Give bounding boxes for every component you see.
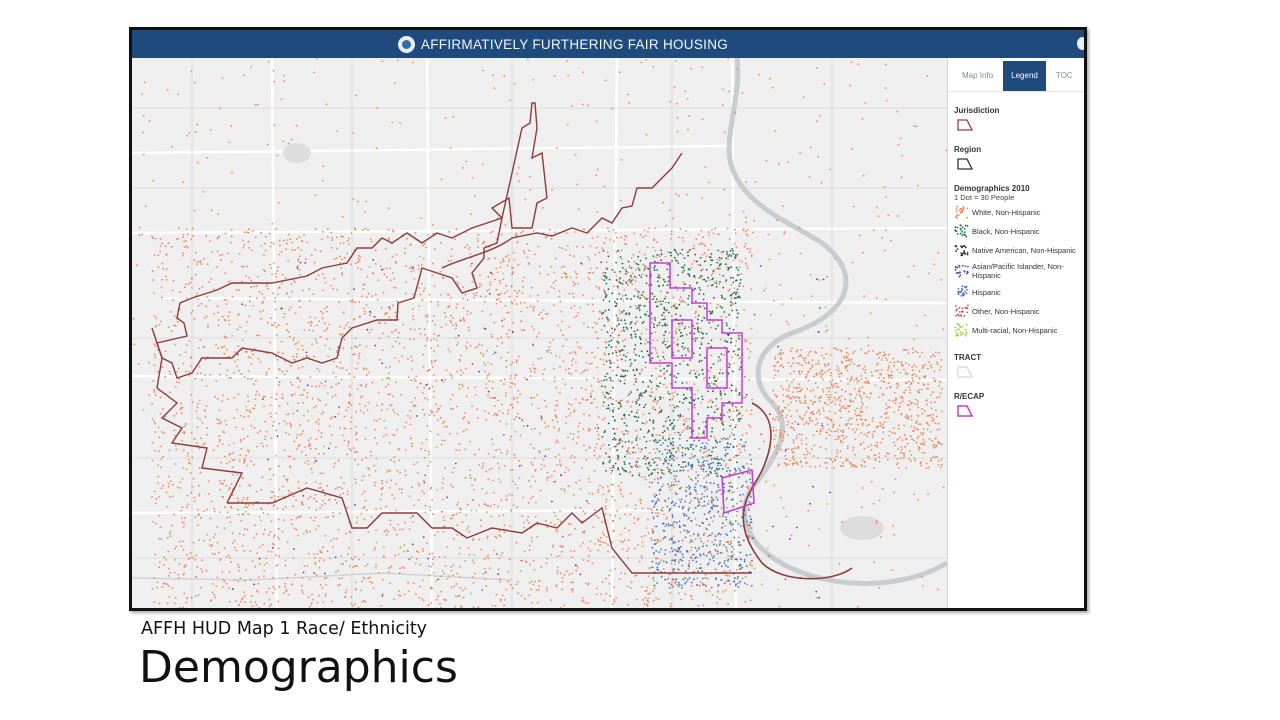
dot-swatch-icon [954, 264, 969, 278]
legend-item: Other, Non-Hispanic [954, 304, 1084, 318]
map-screenshot: AFFIRMATIVELY FURTHERING FAIR HOUSING Ma… [129, 27, 1087, 611]
slide-title: Demographics [139, 642, 458, 693]
legend-item-label: Native American, Non-Hispanic [972, 245, 1076, 255]
legend-item-label: Hispanic [972, 287, 1001, 297]
tab-map-info[interactable]: Map Info [954, 61, 1001, 91]
dot-swatch-icon [954, 224, 969, 238]
dot-swatch-icon [955, 205, 969, 219]
dot-swatch-icon [957, 285, 968, 297]
legend-item-label: Multi-racial, Non-Hispanic [972, 325, 1058, 335]
jurisdiction-symbol-icon [957, 119, 973, 131]
legend-item: White, Non-Hispanic [954, 205, 1084, 219]
hud-seal-icon [397, 35, 415, 53]
legend-jurisdiction-title: Jurisdiction [954, 106, 1000, 115]
legend-recap-title: R/ECAP [954, 392, 985, 401]
legend-item: Asian/Pacific Islander, Non-Hispanic [954, 262, 1084, 280]
legend-panel: Map Info Legend TOC Jurisdiction Region … [947, 58, 1084, 608]
legend-tract-title: TRACT [954, 353, 982, 362]
panel-tabs: Map Info Legend TOC [948, 58, 1084, 92]
dot-swatch-icon [954, 244, 969, 257]
legend-demographics-title: Demographics 2010 [954, 184, 1030, 193]
legend-item-label: White, Non-Hispanic [972, 207, 1041, 217]
legend-item-label: Asian/Pacific Islander, Non-Hispanic [972, 262, 1064, 280]
legend-item-label: Black, Non-Hispanic [972, 226, 1040, 236]
tab-toc[interactable]: TOC [1048, 61, 1081, 91]
recap-symbol-icon [957, 405, 973, 417]
app-title: AFFIRMATIVELY FURTHERING FAIR HOUSING [420, 36, 729, 52]
legend-item: Black, Non-Hispanic [954, 224, 1084, 238]
dot-swatch-icon [954, 323, 968, 337]
map-canvas[interactable] [132, 58, 947, 608]
app-header: AFFIRMATIVELY FURTHERING FAIR HOUSING [132, 30, 1084, 58]
header-button-icon[interactable] [1077, 37, 1084, 50]
region-symbol-icon [957, 158, 973, 170]
legend-region-title: Region [954, 145, 982, 154]
legend-dot-note: 1 Dot = 30 People [954, 193, 1015, 202]
tract-symbol-icon [957, 366, 973, 378]
legend-item: Hispanic [954, 285, 1084, 299]
dot-swatch-icon [954, 304, 969, 317]
tab-legend[interactable]: Legend [1003, 61, 1046, 91]
demographic-legend-list: White, Non-Hispanic Black, Non-Hispanic Na… [954, 205, 1084, 337]
legend-item: Native American, Non-Hispanic [954, 243, 1084, 257]
legend-item-label: Other, Non-Hispanic [972, 306, 1040, 316]
legend-body: Jurisdiction Region Demographics 2010 1 … [948, 92, 1084, 417]
slide-subtitle: AFFH HUD Map 1 Race/ Ethnicity [141, 619, 428, 639]
map-svg[interactable] [132, 58, 947, 608]
legend-item: Multi-racial, Non-Hispanic [954, 323, 1084, 337]
